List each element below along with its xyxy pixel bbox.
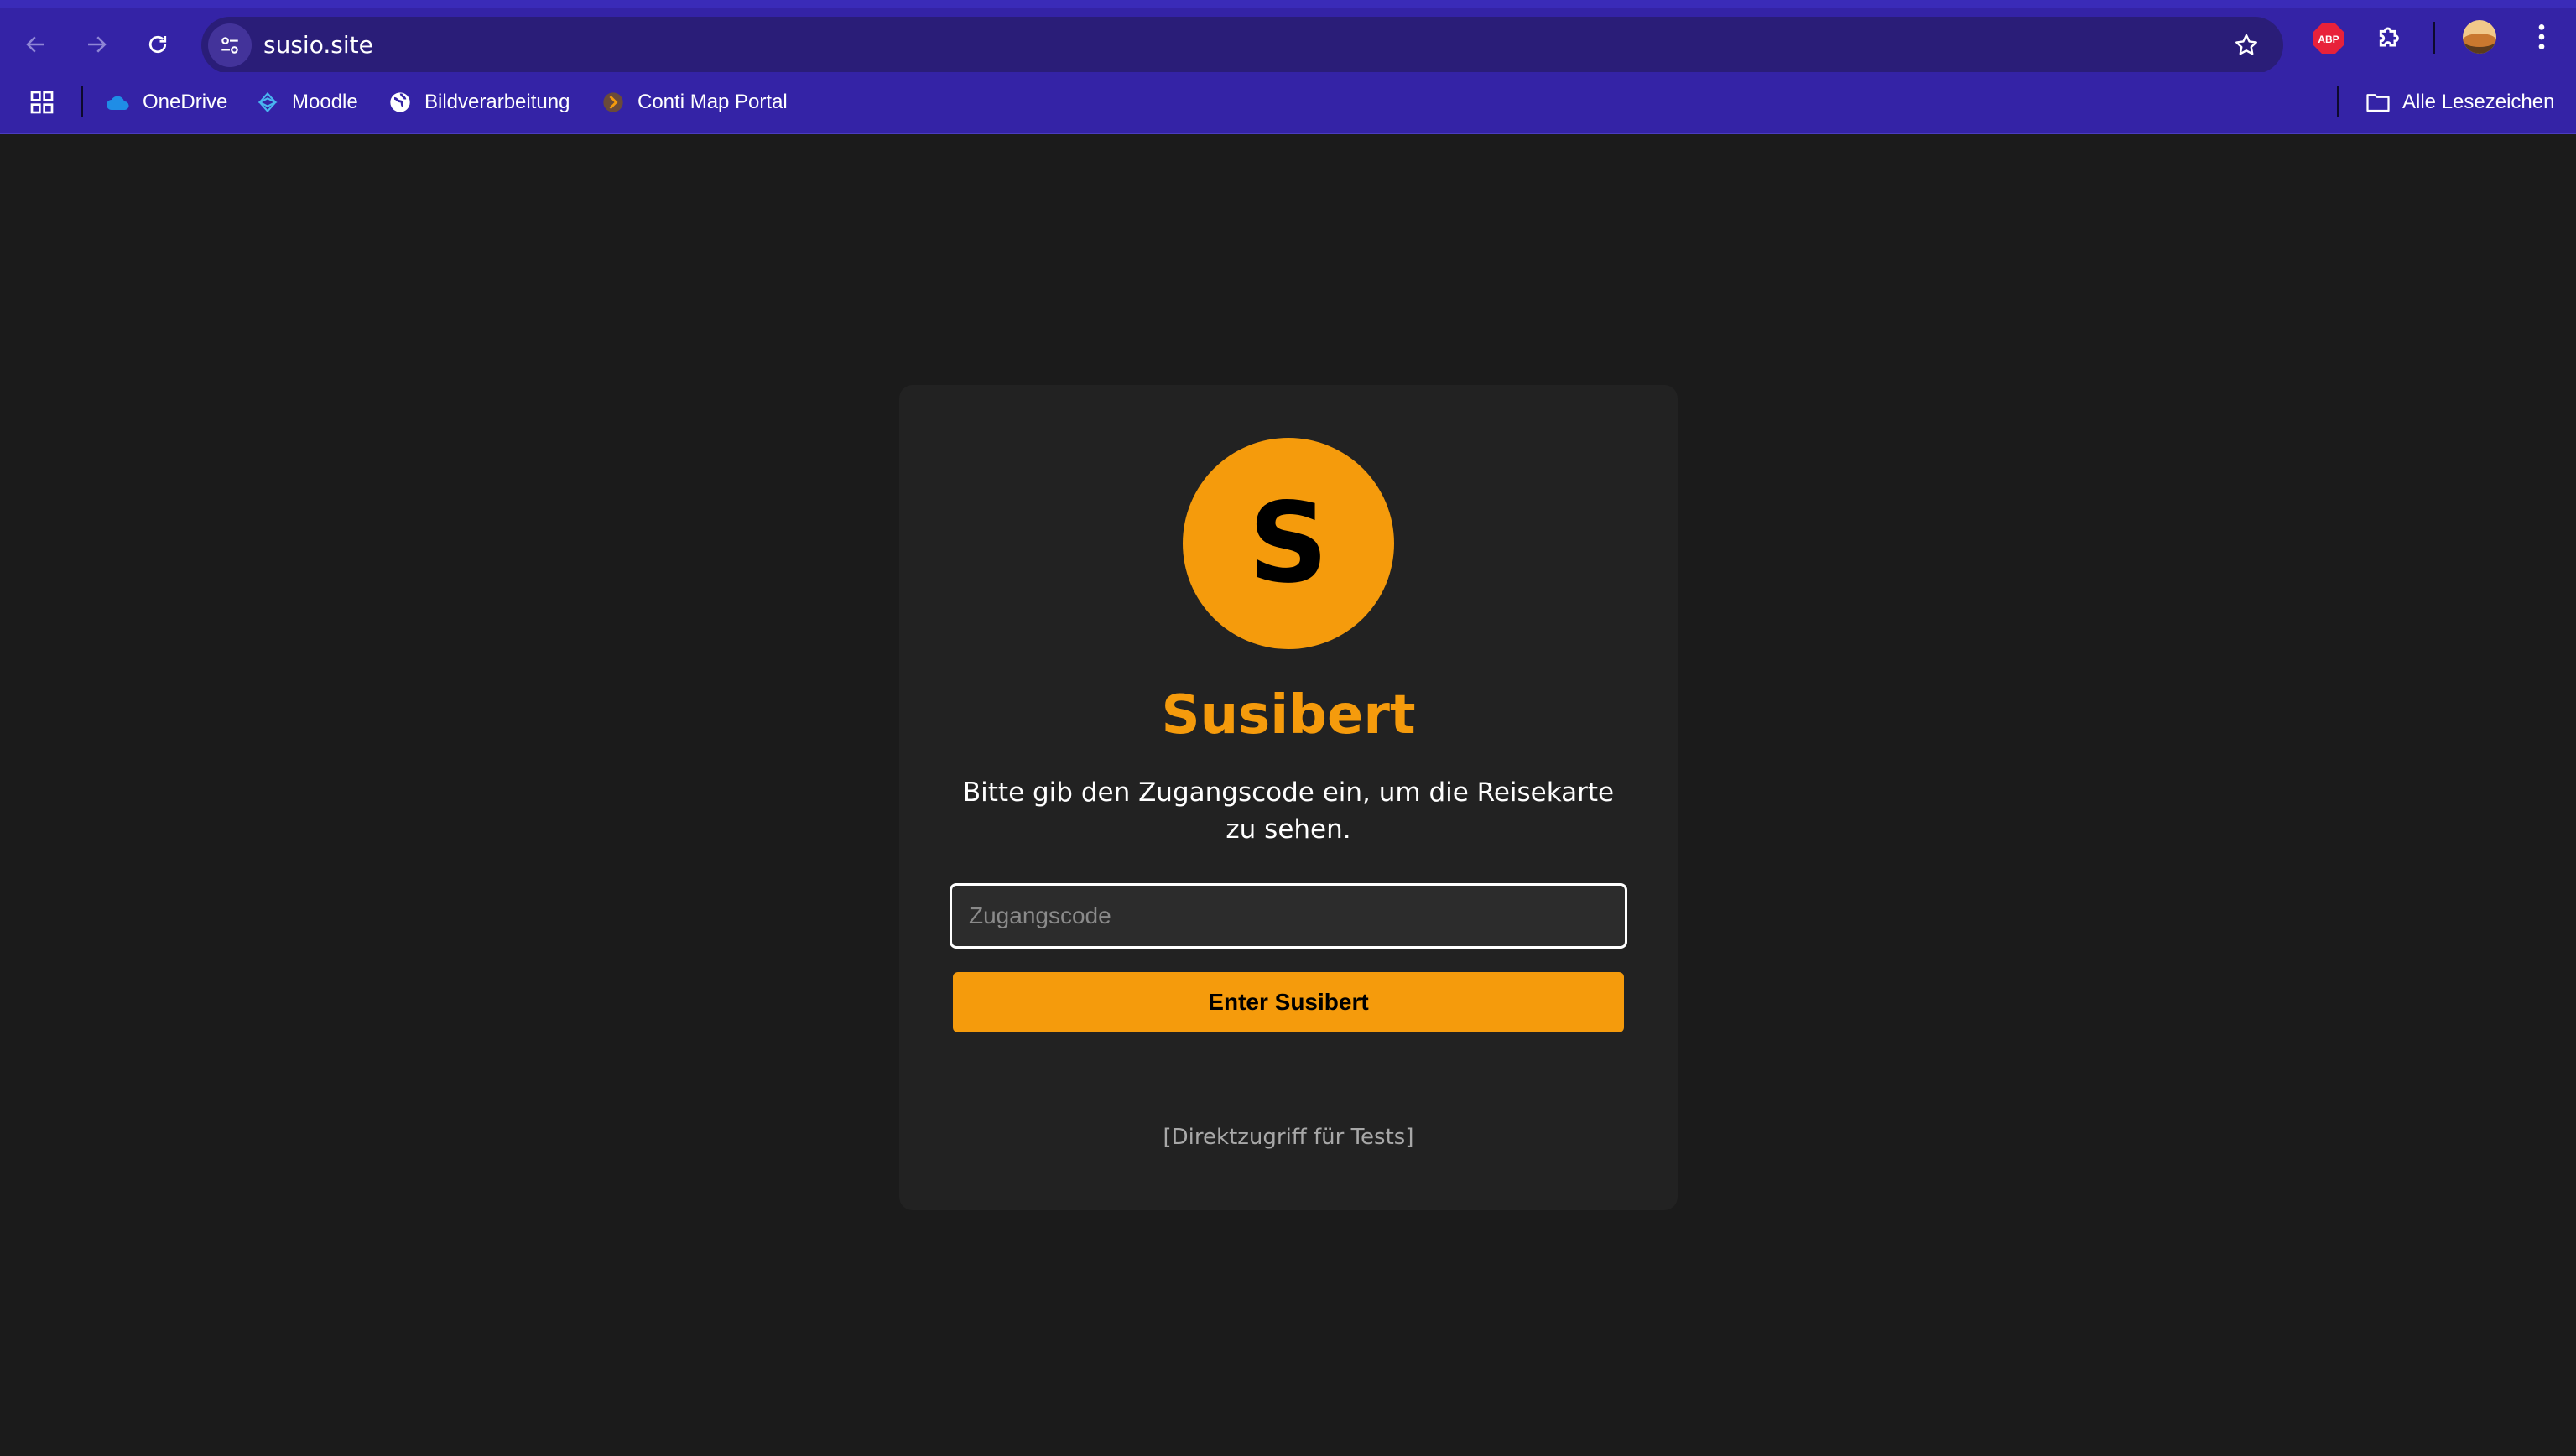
abp-icon: ABP <box>2313 23 2344 54</box>
bookmarks-bar: OneDrive Moodle Bildverarbeitung Conti M… <box>0 72 2576 134</box>
forward-button[interactable] <box>75 23 117 65</box>
bookmark-bildverarbeitung[interactable]: Bildverarbeitung <box>388 72 570 133</box>
extensions-button[interactable] <box>2374 20 2407 57</box>
folder-icon <box>2365 90 2391 115</box>
logo-letter: S <box>1248 479 1329 608</box>
tune-icon <box>221 37 238 54</box>
bookmark-conti-map-portal[interactable]: Conti Map Portal <box>601 72 788 133</box>
bookmark-label: Conti Map Portal <box>637 91 788 113</box>
bookmark-label: OneDrive <box>143 91 228 113</box>
svg-text:ABP: ABP <box>2318 34 2339 45</box>
reload-button[interactable] <box>137 23 179 65</box>
arrow-right-icon <box>88 36 107 53</box>
moodle-icon <box>255 90 280 115</box>
url-text[interactable]: susio.site <box>263 17 373 74</box>
onedrive-icon <box>106 90 131 115</box>
reload-icon <box>148 35 167 54</box>
apps-grid-icon <box>30 91 54 114</box>
browser-toolbar: susio.site ABP <box>0 0 2576 74</box>
browser-menu-button[interactable] <box>2525 20 2558 57</box>
bookmarks-divider <box>81 86 83 117</box>
more-vert-icon <box>2538 24 2545 49</box>
direct-access-link[interactable]: [Direktzugriff für Tests] <box>899 1125 1678 1150</box>
bookmarks-divider <box>2337 86 2339 117</box>
avatar-icon <box>2463 20 2496 54</box>
bookmark-label: Bildverarbeitung <box>424 91 570 113</box>
globe-icon <box>388 90 413 115</box>
conti-icon <box>601 90 626 115</box>
access-code-input[interactable] <box>950 883 1627 949</box>
all-bookmarks-label: Alle Lesezeichen <box>2402 91 2555 113</box>
bookmark-star-button[interactable] <box>2228 27 2265 64</box>
logo-badge: S <box>1183 438 1394 649</box>
bookmark-onedrive[interactable]: OneDrive <box>106 72 227 133</box>
page-title: Susibert <box>1161 684 1416 746</box>
apps-button[interactable] <box>29 72 55 133</box>
back-button[interactable] <box>15 23 57 65</box>
puzzle-icon <box>2379 27 2399 47</box>
star-icon <box>2235 34 2257 55</box>
site-info-button[interactable] <box>208 23 252 67</box>
adblock-extension-button[interactable]: ABP <box>2312 22 2345 59</box>
bookmark-moodle[interactable]: Moodle <box>255 72 358 133</box>
arrow-left-icon <box>26 36 44 53</box>
login-card: S Susibert Bitte gib den Zugangscode ein… <box>899 385 1678 1210</box>
page-subtitle: Bitte gib den Zugangscode ein, um die Re… <box>962 777 1615 845</box>
address-bar[interactable]: susio.site <box>201 17 2283 74</box>
all-bookmarks-button[interactable]: Alle Lesezeichen <box>2365 72 2554 133</box>
profile-avatar[interactable] <box>2461 18 2498 59</box>
toolbar-divider <box>2433 22 2435 54</box>
bookmark-label: Moodle <box>292 91 358 113</box>
enter-button[interactable]: Enter Susibert <box>953 972 1624 1032</box>
